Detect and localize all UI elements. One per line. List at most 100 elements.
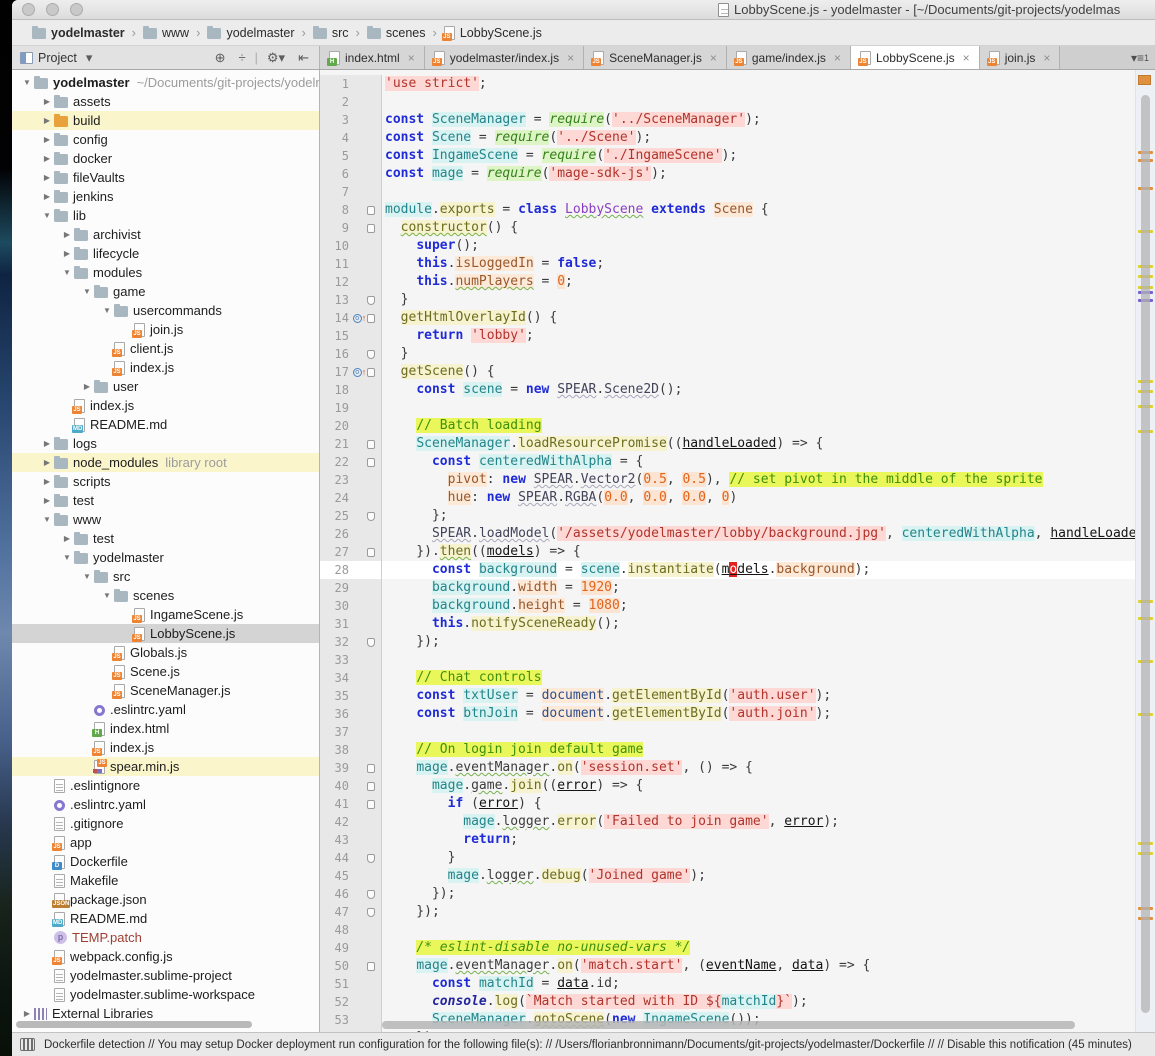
- code-line-1[interactable]: 1'use strict';: [320, 75, 1155, 93]
- tree-item-lobbyscene-js[interactable]: JSLobbyScene.js: [12, 624, 319, 643]
- fold-marker-icon[interactable]: [367, 962, 375, 971]
- collapse-arrow-icon[interactable]: ▼: [80, 572, 94, 581]
- collapse-arrow-icon[interactable]: ▼: [60, 268, 74, 277]
- code-line-27[interactable]: 27 }).then((models) => {: [320, 543, 1155, 561]
- collapse-arrow-icon[interactable]: ▼: [80, 287, 94, 296]
- editor-horizontal-scrollbar[interactable]: [382, 1021, 1135, 1031]
- tree-item-node-modules[interactable]: ▶node_moduleslibrary root: [12, 453, 319, 472]
- code-line-13[interactable]: 13 }: [320, 291, 1155, 309]
- tree-item-index-html[interactable]: Hindex.html: [12, 719, 319, 738]
- collapse-arrow-icon[interactable]: ▼: [100, 591, 114, 600]
- tree-item-makefile[interactable]: Makefile: [12, 871, 319, 890]
- code-line-4[interactable]: 4const Scene = require('../Scene');: [320, 129, 1155, 147]
- code-line-40[interactable]: 40 mage.game.join((error) => {: [320, 777, 1155, 795]
- expand-arrow-icon[interactable]: ▶: [40, 154, 54, 163]
- code-line-36[interactable]: 36 const btnJoin = document.getElementBy…: [320, 705, 1155, 723]
- breadcrumb-item-yodelmaster[interactable]: yodelmaster: [32, 26, 125, 40]
- tree-item-test[interactable]: ▶test: [12, 529, 319, 548]
- fold-marker-icon[interactable]: [367, 908, 375, 917]
- tree-item-lib[interactable]: ▼lib: [12, 206, 319, 225]
- tree-horizontal-scrollbar[interactable]: [16, 1021, 312, 1029]
- tree-item-test[interactable]: ▶test: [12, 491, 319, 510]
- fold-marker-icon[interactable]: [367, 296, 375, 305]
- code-line-14[interactable]: 14o↑ getHtmlOverlayId() {: [320, 309, 1155, 327]
- close-tab-icon[interactable]: ×: [1043, 51, 1050, 65]
- tab-scenemanager-js[interactable]: JSSceneManager.js×: [584, 46, 727, 69]
- code-line-33[interactable]: 33: [320, 651, 1155, 669]
- fold-marker-icon[interactable]: [367, 458, 375, 467]
- tree-item-index-js[interactable]: JSindex.js: [12, 396, 319, 415]
- tree-item--gitignore[interactable]: .gitignore: [12, 814, 319, 833]
- code-line-49[interactable]: 49 /* eslint-disable no-unused-vars */: [320, 939, 1155, 957]
- code-line-32[interactable]: 32 });: [320, 633, 1155, 651]
- expand-arrow-icon[interactable]: ▶: [60, 249, 74, 258]
- code-line-31[interactable]: 31 this.notifySceneReady();: [320, 615, 1155, 633]
- tab-list-dropdown-icon[interactable]: ▾≡1: [1131, 46, 1149, 70]
- expand-arrow-icon[interactable]: ▶: [40, 192, 54, 201]
- collapse-arrow-icon[interactable]: ▼: [40, 515, 54, 524]
- tree-item-dockerfile[interactable]: DDockerfile: [12, 852, 319, 871]
- tree-item-yodelmaster[interactable]: ▼yodelmaster: [12, 548, 319, 567]
- code-line-47[interactable]: 47 });: [320, 903, 1155, 921]
- code-line-41[interactable]: 41 if (error) {: [320, 795, 1155, 813]
- tree-item-spear-min-js[interactable]: JSspear.min.js: [12, 757, 319, 776]
- expand-arrow-icon[interactable]: ▶: [20, 1009, 34, 1018]
- code-line-23[interactable]: 23 pivot: new SPEAR.Vector2(0.5, 0.5), /…: [320, 471, 1155, 489]
- tree-item-archivist[interactable]: ▶archivist: [12, 225, 319, 244]
- fold-marker-icon[interactable]: [367, 548, 375, 557]
- close-tab-icon[interactable]: ×: [567, 51, 574, 65]
- expand-arrow-icon[interactable]: ▶: [40, 477, 54, 486]
- settings-gear-icon[interactable]: ⚙▾: [263, 47, 289, 69]
- breadcrumb-item-yodelmaster[interactable]: yodelmaster: [207, 26, 294, 40]
- tree-item-webpack-config-js[interactable]: JSwebpack.config.js: [12, 947, 319, 966]
- tree-item--eslintrc-yaml[interactable]: .eslintrc.yaml: [12, 795, 319, 814]
- fold-marker-icon[interactable]: [367, 890, 375, 899]
- vertical-scrollbar[interactable]: [1141, 95, 1150, 1013]
- code-line-11[interactable]: 11 this.isLoggedIn = false;: [320, 255, 1155, 273]
- expand-arrow-icon[interactable]: ▶: [40, 458, 54, 467]
- tree-item-client-js[interactable]: JSclient.js: [12, 339, 319, 358]
- code-line-38[interactable]: 38 // On login join default game: [320, 741, 1155, 759]
- tree-item-ingamescene-js[interactable]: JSIngameScene.js: [12, 605, 319, 624]
- tree-item-config[interactable]: ▶config: [12, 130, 319, 149]
- fold-marker-icon[interactable]: [367, 224, 375, 233]
- overriding-method-icon[interactable]: o↑: [352, 367, 367, 377]
- code-line-26[interactable]: 26 SPEAR.loadModel('/assets/yodelmaster/…: [320, 525, 1155, 543]
- tab-lobbyscene-js[interactable]: JSLobbyScene.js×: [851, 46, 980, 69]
- tab-game-index-js[interactable]: JSgame/index.js×: [727, 46, 851, 69]
- tree-item-scenes[interactable]: ▼scenes: [12, 586, 319, 605]
- code-line-9[interactable]: 9 constructor() {: [320, 219, 1155, 237]
- code-line-42[interactable]: 42 mage.logger.error('Failed to join gam…: [320, 813, 1155, 831]
- fold-marker-icon[interactable]: [367, 854, 375, 863]
- collapse-arrow-icon[interactable]: ▼: [100, 306, 114, 315]
- code-editor[interactable]: 1'use strict';23const SceneManager = req…: [320, 70, 1155, 1032]
- breadcrumb-item-lobbyscene.js[interactable]: JSLobbyScene.js: [444, 26, 542, 40]
- collapse-arrow-icon[interactable]: ▼: [40, 211, 54, 220]
- tree-item-index-js[interactable]: JSindex.js: [12, 738, 319, 757]
- tree-item-scripts[interactable]: ▶scripts: [12, 472, 319, 491]
- tree-item-yodelmaster[interactable]: ▼yodelmaster~/Documents/git-projects/yod…: [12, 73, 319, 92]
- code-line-43[interactable]: 43 return;: [320, 831, 1155, 849]
- tree-item-package-json[interactable]: JSONpackage.json: [12, 890, 319, 909]
- tree-item-app[interactable]: JSapp: [12, 833, 319, 852]
- zoom-window-button[interactable]: [70, 3, 83, 16]
- tab-yodelmaster-index-js[interactable]: JSyodelmaster/index.js×: [425, 46, 584, 69]
- code-line-48[interactable]: 48: [320, 921, 1155, 939]
- collapse-all-icon[interactable]: ÷: [235, 47, 250, 69]
- collapse-arrow-icon[interactable]: ▼: [60, 553, 74, 562]
- hide-panel-icon[interactable]: ⇤: [294, 47, 313, 69]
- tree-item-usercommands[interactable]: ▼usercommands: [12, 301, 319, 320]
- expand-arrow-icon[interactable]: ▶: [40, 439, 54, 448]
- tree-item-index-js[interactable]: JSindex.js: [12, 358, 319, 377]
- code-line-52[interactable]: 52 console.log(`Match started with ID ${…: [320, 993, 1155, 1011]
- tree-item-scenemanager-js[interactable]: JSSceneManager.js: [12, 681, 319, 700]
- code-line-10[interactable]: 10 super();: [320, 237, 1155, 255]
- fold-marker-icon[interactable]: [367, 764, 375, 773]
- tree-item-src[interactable]: ▼src: [12, 567, 319, 586]
- close-tab-icon[interactable]: ×: [834, 51, 841, 65]
- tree-item-globals-js[interactable]: JSGlobals.js: [12, 643, 319, 662]
- expand-arrow-icon[interactable]: ▶: [80, 382, 94, 391]
- code-line-44[interactable]: 44 }: [320, 849, 1155, 867]
- expand-arrow-icon[interactable]: ▶: [60, 534, 74, 543]
- fold-marker-icon[interactable]: [367, 206, 375, 215]
